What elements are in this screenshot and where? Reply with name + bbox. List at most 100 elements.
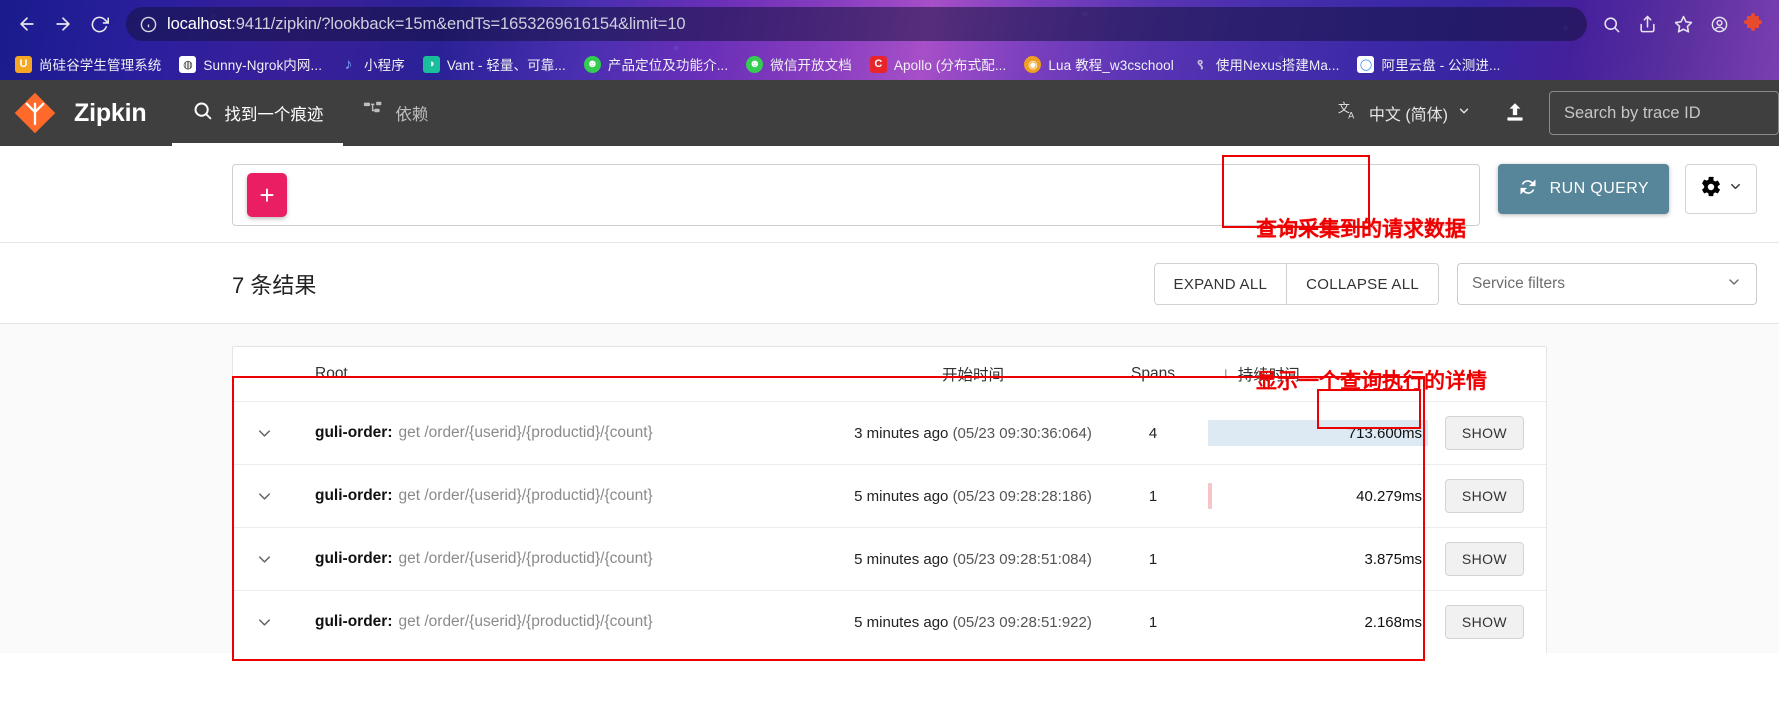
- expand-row-caret[interactable]: [233, 424, 295, 443]
- brand[interactable]: Zipkin: [0, 80, 172, 146]
- row-root: guli-order: get /order/{userid}/{producti…: [295, 424, 848, 442]
- share-icon[interactable]: [1631, 8, 1663, 40]
- bookmark-favicon: ◯: [1357, 55, 1375, 73]
- expand-collapse-group: EXPAND ALL COLLAPSE ALL: [1153, 263, 1439, 305]
- refresh-icon: [1518, 177, 1538, 202]
- table-row[interactable]: guli-order: get /order/{userid}/{producti…: [233, 527, 1546, 590]
- bookmark-item[interactable]: ◍ Sunny-Ngrok内网...: [172, 52, 329, 76]
- expand-row-caret[interactable]: [233, 487, 295, 506]
- query-settings-button[interactable]: [1685, 164, 1757, 214]
- chevron-down-icon: [1457, 104, 1471, 123]
- language-selector[interactable]: 文A 中文 (简体): [1328, 94, 1481, 133]
- nav-find-traces[interactable]: 找到一个痕迹: [172, 80, 344, 146]
- bookmark-favicon: C: [869, 55, 887, 73]
- row-duration: 713.600ms: [1208, 402, 1428, 464]
- run-query-wrap: RUN QUERY: [1497, 164, 1669, 214]
- dependency-icon: [363, 100, 384, 126]
- expand-row-caret[interactable]: [233, 613, 295, 632]
- annotation-run-query-note: 查询采集到的请求数据: [1256, 218, 1466, 241]
- bookmark-item[interactable]: ☻ 微信开放文档: [739, 52, 859, 76]
- run-query-button[interactable]: RUN QUERY: [1497, 164, 1669, 214]
- show-trace-button[interactable]: SHOW: [1444, 479, 1524, 513]
- bookmark-favicon: ◉: [1024, 55, 1042, 73]
- row-root: guli-order: get /order/{userid}/{producti…: [295, 487, 848, 505]
- service-filters-placeholder: Service filters: [1472, 275, 1566, 292]
- bookmark-item[interactable]: ☻ 产品定位及功能介...: [577, 52, 735, 76]
- back-button[interactable]: [10, 7, 44, 41]
- bookmark-item[interactable]: C Apollo (分布式配...: [863, 52, 1014, 76]
- show-trace-button[interactable]: SHOW: [1444, 542, 1524, 576]
- bookmark-label: 使用Nexus搭建Ma...: [1215, 58, 1340, 73]
- bookmark-favicon: ९: [1196, 55, 1204, 72]
- zipkin-topbar: Zipkin 找到一个痕迹 依赖 文A 中文 (简体) Search by tr…: [0, 80, 1779, 146]
- address-bar[interactable]: localhost:9411/zipkin/?lookback=15m&endT…: [126, 7, 1587, 41]
- collapse-all-button[interactable]: COLLAPSE ALL: [1286, 264, 1438, 304]
- bookmark-label: Sunny-Ngrok内网...: [203, 58, 323, 73]
- star-icon[interactable]: [1667, 8, 1699, 40]
- show-trace-button[interactable]: SHOW: [1444, 605, 1524, 639]
- bookmark-label: Apollo (分布式配...: [893, 58, 1007, 73]
- add-criteria-button[interactable]: +: [247, 173, 287, 217]
- bookmark-label: 微信开放文档: [770, 58, 852, 73]
- bookmarks-bar: U 尚硅谷学生管理系统 ◍ Sunny-Ngrok内网... ♪ 小程序 ◑ Vant …: [0, 48, 1779, 80]
- row-duration: 2.168ms: [1208, 591, 1428, 653]
- results-count: 7 条结果: [232, 273, 317, 298]
- expand-all-button[interactable]: EXPAND ALL: [1154, 264, 1287, 304]
- zipkin-topbar-right: 文A 中文 (简体) Search by trace ID: [1328, 80, 1779, 146]
- sort-arrow-icon: ↓: [1222, 365, 1230, 382]
- row-duration-text: 2.168ms: [1364, 613, 1422, 631]
- expand-row-caret[interactable]: [233, 550, 295, 569]
- search-by-trace-id-input[interactable]: Search by trace ID: [1549, 91, 1779, 135]
- bookmark-favicon: U: [15, 55, 32, 73]
- puzzle-icon[interactable]: [1739, 9, 1769, 39]
- bookmark-item[interactable]: ९ 使用Nexus搭建Ma...: [1185, 52, 1347, 76]
- row-start-time: 3 minutes ago (05/23 09:30:36:064): [848, 425, 1098, 442]
- search-by-trace-id-placeholder: Search by trace ID: [1564, 103, 1701, 122]
- upload-json-button[interactable]: [1493, 91, 1537, 135]
- bookmark-item[interactable]: ♪ 小程序: [333, 52, 412, 76]
- nav-dependencies-label: 依赖: [395, 106, 429, 124]
- row-service: guli-order:: [315, 487, 393, 504]
- row-operation: get /order/{userid}/{productid}/{count}: [398, 424, 653, 441]
- row-relative-time: 3 minutes ago: [854, 424, 949, 442]
- profile-icon[interactable]: [1703, 8, 1735, 40]
- zipkin-nav: 找到一个痕迹 依赖: [172, 80, 448, 146]
- translate-icon: 文A: [1338, 100, 1360, 127]
- service-filters-select[interactable]: Service filters: [1457, 263, 1757, 305]
- bookmark-item[interactable]: ◉ Lua 教程_w3cschool: [1017, 52, 1180, 76]
- row-operation: get /order/{userid}/{productid}/{count}: [398, 487, 653, 504]
- results-table-area: Root 开始时间 Spans ↓ 持续时间 guli-order: get /o…: [0, 324, 1779, 653]
- row-duration-text: 713.600ms: [1347, 424, 1422, 442]
- gear-icon: [1700, 176, 1722, 203]
- svg-text:A: A: [1348, 110, 1355, 120]
- header-start-time[interactable]: 开始时间: [848, 363, 1098, 385]
- zoom-icon[interactable]: [1595, 8, 1627, 40]
- chevron-down-icon: [1726, 274, 1742, 295]
- table-row[interactable]: guli-order: get /order/{userid}/{producti…: [233, 590, 1546, 653]
- row-absolute-time: (05/23 09:28:28:186): [952, 487, 1092, 505]
- row-operation: get /order/{userid}/{productid}/{count}: [398, 550, 653, 567]
- table-row[interactable]: guli-order: get /order/{userid}/{producti…: [233, 401, 1546, 464]
- row-service: guli-order:: [315, 550, 393, 567]
- bookmark-label: Lua 教程_w3cschool: [1048, 58, 1174, 73]
- bookmark-label: 产品定位及功能介...: [607, 58, 729, 73]
- bookmark-item[interactable]: ◑ Vant - 轻量、可靠...: [416, 52, 573, 76]
- reload-button[interactable]: [82, 7, 116, 41]
- nav-find-traces-label: 找到一个痕迹: [224, 106, 324, 124]
- nav-dependencies[interactable]: 依赖: [343, 80, 448, 146]
- bookmark-item[interactable]: ◯ 阿里云盘 - 公测进...: [1350, 52, 1507, 76]
- bookmark-favicon: ◍: [179, 55, 197, 73]
- table-row[interactable]: guli-order: get /order/{userid}/{producti…: [233, 464, 1546, 527]
- forward-button[interactable]: [46, 7, 80, 41]
- row-duration: 3.875ms: [1208, 528, 1428, 590]
- brand-name: Zipkin: [74, 98, 147, 127]
- show-trace-button[interactable]: SHOW: [1444, 416, 1524, 450]
- row-absolute-time: (05/23 09:28:51:922): [952, 613, 1092, 631]
- header-spans[interactable]: Spans: [1098, 365, 1208, 383]
- bookmark-item[interactable]: U 尚硅谷学生管理系统: [8, 52, 168, 76]
- annotation-show-note: 显示一个查询执行的详情: [1256, 370, 1487, 393]
- bookmark-favicon: ◑: [422, 55, 440, 73]
- bookmark-favicon: ☻: [746, 55, 764, 73]
- row-root: guli-order: get /order/{userid}/{producti…: [295, 613, 848, 631]
- header-root: Root: [315, 365, 348, 382]
